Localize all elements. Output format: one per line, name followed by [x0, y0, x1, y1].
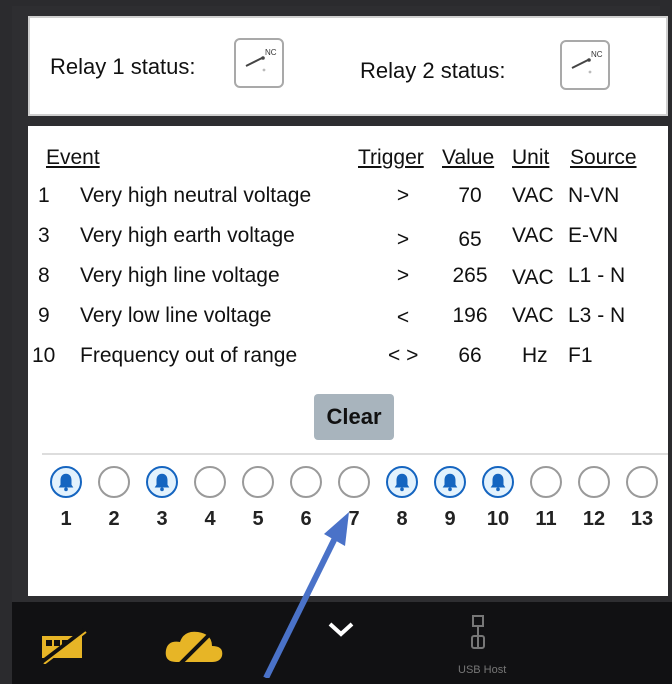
event-value: 196	[452, 304, 488, 327]
indicator-empty-icon	[530, 466, 562, 498]
event-indicator[interactable]: 3	[144, 466, 180, 538]
divider	[42, 453, 668, 455]
cloud-disconnected-icon[interactable]	[162, 626, 226, 673]
relay-1-status-icon[interactable]: NC	[234, 38, 284, 88]
event-source: E-VN	[568, 224, 619, 247]
event-unit: VAC	[512, 304, 554, 327]
event-source: L3 - N	[568, 304, 626, 327]
event-trigger: >	[396, 264, 410, 287]
alarm-bell-icon	[50, 466, 82, 498]
event-indicator-number: 10	[486, 508, 510, 530]
usb-icon[interactable]	[468, 614, 488, 659]
table-row: 8 Very high line voltage > 265 VAC L1 - …	[28, 264, 668, 302]
alarm-bell-icon	[146, 466, 178, 498]
event-indicator[interactable]: 13	[624, 466, 660, 538]
indicator-empty-icon	[194, 466, 226, 498]
relay-status-panel: Relay 1 status: NC Relay 2 status: NC	[28, 16, 668, 116]
event-name: Frequency out of range	[80, 344, 298, 367]
event-value: 66	[458, 344, 482, 367]
event-value: 265	[452, 264, 488, 287]
event-indicator-number: 11	[535, 508, 557, 530]
indicator-empty-icon	[242, 466, 274, 498]
relay-1-label: Relay 1 status:	[50, 54, 196, 79]
bottom-nav-bar: USB Host	[12, 602, 672, 684]
device-screen: Relay 1 status: NC Relay 2 status: NC Ev…	[12, 6, 672, 684]
alarm-bell-icon	[386, 466, 418, 498]
event-table-panel: Event Trigger Value Unit Source 1 Very h…	[28, 126, 668, 596]
event-indicator[interactable]: 4	[192, 466, 228, 538]
event-indicator[interactable]: 10	[480, 466, 516, 538]
event-value: 70	[458, 184, 482, 207]
event-indicator-number: 2	[108, 508, 120, 530]
relay-2-label: Relay 2 status:	[360, 58, 506, 83]
event-trigger: >	[396, 184, 410, 207]
table-row: 9 Very low line voltage < 196 VAC L3 - N	[28, 304, 668, 342]
event-indicator[interactable]: 9	[432, 466, 468, 538]
indicator-empty-icon	[578, 466, 610, 498]
event-trigger: <	[396, 306, 410, 329]
network-disconnected-icon[interactable]	[38, 628, 88, 669]
relay-2-status-icon[interactable]: NC	[560, 40, 610, 90]
event-trigger: >	[396, 228, 410, 251]
indicator-empty-icon	[98, 466, 130, 498]
header-value: Value	[442, 146, 495, 169]
event-indicator-number: 5	[252, 508, 264, 530]
event-name: Very high neutral voltage	[80, 184, 312, 207]
event-name: Very high line voltage	[80, 264, 280, 287]
event-indicator-number: 6	[300, 508, 312, 530]
event-indicator-number: 13	[630, 508, 654, 530]
event-indicator-number: 9	[444, 508, 456, 530]
event-indicator-number: 4	[204, 508, 216, 530]
header-trigger: Trigger	[358, 146, 424, 169]
header-unit: Unit	[512, 146, 550, 169]
event-unit: VAC	[512, 224, 554, 247]
event-unit: VAC	[512, 184, 554, 207]
alarm-bell-icon	[434, 466, 466, 498]
svg-text:NC: NC	[591, 50, 603, 59]
header-event: Event	[46, 146, 100, 169]
header-source: Source	[570, 146, 637, 169]
relay-nc-icon: NC	[571, 50, 603, 74]
relay-nc-icon: NC	[245, 48, 277, 72]
event-number: 8	[38, 264, 50, 287]
chevron-down-icon[interactable]	[326, 620, 356, 645]
event-number: 1	[38, 184, 50, 207]
event-indicator-number: 8	[396, 508, 408, 530]
event-indicator[interactable]: 1	[48, 466, 84, 538]
event-indicator[interactable]: 11	[528, 466, 564, 538]
event-source: L1 - N	[568, 264, 626, 287]
event-indicator[interactable]: 5	[240, 466, 276, 538]
indicator-empty-icon	[338, 466, 370, 498]
indicator-empty-icon	[290, 466, 322, 498]
event-number: 9	[38, 304, 50, 327]
event-trigger: < >	[388, 344, 419, 367]
event-indicator-number: 1	[60, 508, 72, 530]
usb-host-label: USB Host	[458, 664, 507, 676]
table-row: 10 Frequency out of range < > 66 Hz F1	[28, 344, 668, 382]
event-source: N-VN	[568, 184, 620, 207]
event-indicator-number: 7	[348, 508, 360, 530]
event-indicator[interactable]: 12	[576, 466, 612, 538]
event-number: 10	[32, 344, 56, 367]
table-row: 1 Very high neutral voltage > 70 VAC N-V…	[28, 184, 668, 222]
event-unit: Hz	[522, 344, 548, 367]
event-indicator-number: 12	[582, 508, 606, 530]
event-indicator[interactable]: 6	[288, 466, 324, 538]
event-name: Very high earth voltage	[80, 224, 295, 247]
clear-button[interactable]: Clear	[314, 394, 394, 440]
event-name: Very low line voltage	[80, 304, 272, 327]
svg-text:NC: NC	[265, 48, 277, 57]
event-number: 3	[38, 224, 50, 247]
event-indicator[interactable]: 7	[336, 466, 372, 538]
indicator-empty-icon	[626, 466, 658, 498]
alarm-bell-icon	[482, 466, 514, 498]
event-unit: VAC	[512, 266, 554, 289]
event-value: 65	[458, 228, 482, 251]
table-row: 3 Very high earth voltage > 65 VAC E-VN	[28, 224, 668, 262]
event-indicator-number: 3	[156, 508, 168, 530]
event-indicator[interactable]: 2	[96, 466, 132, 538]
event-indicator[interactable]: 8	[384, 466, 420, 538]
event-source: F1	[568, 344, 593, 367]
